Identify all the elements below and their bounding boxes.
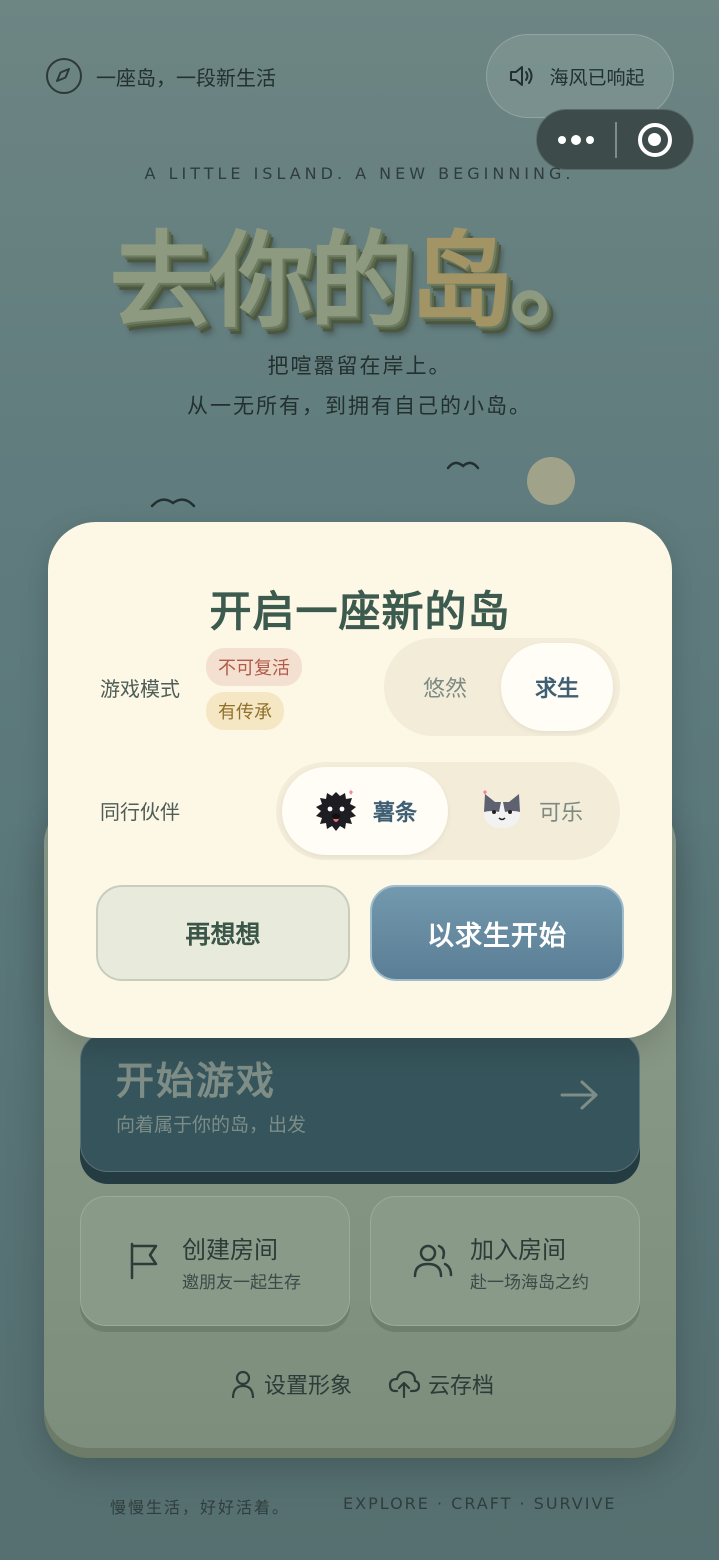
footer-tagline: EXPLORE · CRAFT · SURVIVE [343,1494,617,1513]
hero-line-2: 从一无所有，到拥有自己的小岛。 [187,394,532,418]
confirm-start-button[interactable]: 以求生开始 [370,885,624,981]
grey-cat-icon [482,790,520,828]
target-icon [637,122,672,157]
subtitle-en: A LITTLE ISLAND. A NEW BEGINNING. [144,164,575,183]
companion-option-cola[interactable]: 可乐 [448,767,614,855]
users-icon [413,1244,453,1278]
join-room-subtitle: 赴一场海岛之约 [470,1273,589,1293]
more-menu-button[interactable] [537,134,615,145]
black-dog-icon [315,790,356,831]
cloud-save-label: 云存档 [428,1374,495,1399]
person-icon [231,1370,255,1399]
flag-icon [130,1242,158,1280]
companion-label: 同行伙伴 [100,800,180,824]
avatar-settings-label: 设置形象 [264,1374,353,1399]
companion-option-fries[interactable]: 薯条 [282,767,448,855]
speaker-icon [510,66,533,86]
hero-line-1: 把喧嚣留在岸上。 [267,354,452,378]
create-room-subtitle: 邀朋友一起生存 [182,1273,301,1293]
avatar-settings-link[interactable]: 设置形象 [230,1368,352,1400]
modal-title: 开启一座新的岛 [209,587,511,636]
tagline: 一座岛，一段新生活 [46,58,276,94]
game-mode-label: 游戏模式 [100,677,180,701]
companion-cola-label: 可乐 [538,801,583,826]
footer-slogan: 慢慢生活，好好活着。 [110,1498,291,1517]
arrow-right-icon [560,1080,598,1110]
miniprogram-capsule [536,109,694,170]
mode-option-survival[interactable]: 求生 [501,643,613,731]
mode-option-relaxed[interactable]: 悠然 [389,643,501,731]
tagline-text: 一座岛，一段新生活 [96,65,276,90]
sun-decoration [527,457,575,505]
game-mode-selector: 悠然 求生 [384,638,620,736]
cancel-button[interactable]: 再想想 [96,885,350,981]
close-miniprogram-button[interactable] [617,122,694,157]
legacy-badge: 有传承 [206,692,284,730]
create-room-title: 创建房间 [182,1236,278,1264]
hero-description: 把喧嚣留在岸上。 从一无所有，到拥有自己的小岛。 [0,346,719,426]
start-game-subtitle: 向着属于你的岛，出发 [116,1114,307,1136]
bird-icon [446,461,480,470]
join-room-title: 加入房间 [470,1236,566,1264]
companion-selector: 薯条 可乐 [276,762,620,860]
companion-fries-label: 薯条 [372,801,417,826]
start-game-title: 开始游戏 [116,1059,277,1103]
cloud-save-link[interactable]: 云存档 [388,1368,494,1400]
cloud-upload-icon [388,1370,420,1399]
compass-icon [46,58,82,94]
sound-toggle-button[interactable]: 海风已响起 [486,34,674,118]
bird-icon [150,498,196,508]
sound-label: 海风已响起 [549,66,645,89]
no-revive-badge: 不可复活 [206,648,302,686]
hero-title: 去你的岛。 [109,220,613,342]
